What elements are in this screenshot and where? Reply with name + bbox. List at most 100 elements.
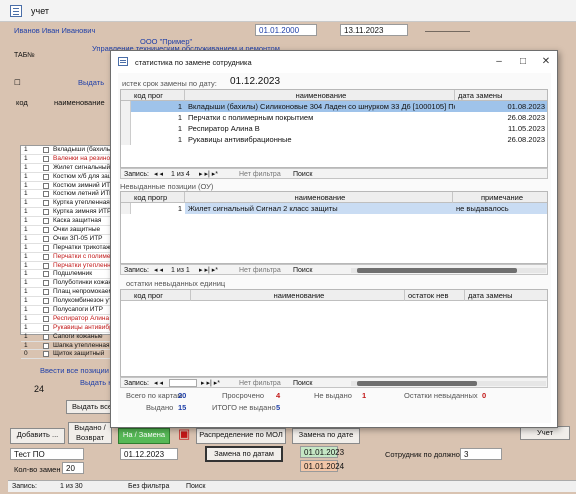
- grid3-hscroll-thumb[interactable]: [357, 381, 477, 386]
- list-item-checkbox[interactable]: [43, 235, 49, 242]
- list-item[interactable]: 1 Костюм летний ИТР: [21, 190, 111, 200]
- main-nav-filter[interactable]: Без фильтра: [128, 483, 169, 490]
- list-item-checkbox[interactable]: [43, 218, 49, 225]
- row-selector[interactable]: [121, 134, 131, 145]
- grid2-hscroll-thumb[interactable]: [357, 268, 517, 273]
- header-code-3[interactable]: код прог: [131, 290, 191, 301]
- list-item[interactable]: 1 Каска защитная: [21, 217, 111, 227]
- grid1-nav-pos[interactable]: 1 из 4: [171, 169, 190, 180]
- grid2-nav-filter[interactable]: Нет фильтра: [239, 265, 281, 276]
- list-item[interactable]: 1 Жилет сигнальный 2 кл...: [21, 164, 111, 173]
- list-item[interactable]: 1 Куртка утепленная ИТР: [21, 199, 111, 209]
- accounting-button[interactable]: Учет: [520, 426, 570, 440]
- list-item-checkbox[interactable]: [43, 164, 49, 171]
- header-name[interactable]: наименование: [185, 90, 455, 101]
- grid3-nav-pos[interactable]: [169, 379, 197, 387]
- date-to-field[interactable]: 13.11.2023: [340, 24, 408, 36]
- header-note-2[interactable]: примечание: [453, 192, 547, 203]
- pdf-icon[interactable]: ▣: [178, 426, 190, 442]
- list-item-checkbox[interactable]: [43, 155, 49, 162]
- list-item[interactable]: 1 Полусапоги ИТР: [21, 306, 111, 315]
- list-item-checkbox[interactable]: [43, 173, 49, 180]
- date-from-field[interactable]: 01.01.2000: [255, 24, 317, 36]
- header-rest-3[interactable]: остаток нев: [405, 290, 465, 301]
- grid2-nav-pos[interactable]: 1 из 1: [171, 265, 190, 276]
- row-selector[interactable]: [121, 203, 131, 214]
- replace-dates-button[interactable]: Замена по датам: [205, 446, 283, 462]
- list-item-checkbox[interactable]: [43, 209, 49, 216]
- grid1-nav-search[interactable]: Поиск: [293, 169, 312, 180]
- list-item-checkbox[interactable]: [43, 271, 49, 278]
- green-button[interactable]: На / Замена: [118, 428, 170, 444]
- main-nav-position[interactable]: 1 из 30: [60, 483, 83, 490]
- list-item-checkbox[interactable]: [43, 262, 49, 269]
- list-item[interactable]: 1 Сапоги кожаные: [21, 333, 111, 342]
- header-name-2[interactable]: наименование: [185, 192, 453, 203]
- list-item[interactable]: 1 Рукавицы антивибрац.: [21, 324, 111, 333]
- list-item[interactable]: 1 Полуботинки кожаные: [21, 279, 111, 289]
- grid3-nav-search[interactable]: Поиск: [293, 378, 312, 389]
- header-name-3[interactable]: наименование: [191, 290, 405, 301]
- table-row[interactable]: 1 Жилет сигнальный Сигнал 2 класс защиты н…: [121, 203, 547, 214]
- list-item[interactable]: 1 Валенки на резиновой...: [21, 155, 111, 164]
- list-item-checkbox[interactable]: [43, 289, 49, 296]
- grid2-nav-prev[interactable]: ◂ ◂: [154, 265, 163, 276]
- list-item-checkbox[interactable]: [43, 333, 49, 340]
- row-selector[interactable]: [121, 101, 131, 112]
- table-row[interactable]: 1 Рукавицы антивибрационные 26.08.2023: [121, 134, 547, 145]
- grid2-nav-search[interactable]: Поиск: [293, 265, 312, 276]
- replace-date-button[interactable]: Замена по дате: [292, 428, 360, 444]
- table-row[interactable]: 1 Респиратор Алина В 11.05.2023: [121, 123, 547, 134]
- cell-code[interactable]: 1: [131, 203, 185, 214]
- row-selector[interactable]: [121, 112, 131, 123]
- list-item[interactable]: 1 Подшлемник: [21, 270, 111, 280]
- list-item-checkbox[interactable]: [43, 342, 49, 349]
- grid2-nav-next[interactable]: ▸ ▸| ▸*: [199, 265, 218, 276]
- list-item-checkbox[interactable]: [43, 298, 49, 305]
- minimize-icon[interactable]: –: [491, 55, 507, 69]
- list-item-checkbox[interactable]: [43, 182, 49, 189]
- grid3-nav-next[interactable]: ▸ ▸| ▸*: [201, 378, 220, 389]
- close-icon[interactable]: ✕: [538, 55, 554, 69]
- table-row[interactable]: 1 Вкладыши (бахилы) Силиконовые 304 Ладен…: [121, 101, 547, 112]
- list-item[interactable]: 1 Перчатки утепленные: [21, 262, 111, 271]
- main-nav-search[interactable]: Поиск: [186, 483, 205, 490]
- combo-bottom[interactable]: Тест ПО: [10, 448, 84, 460]
- header-code[interactable]: код прог: [131, 90, 185, 101]
- header-date[interactable]: дата замены: [455, 90, 547, 101]
- list-item[interactable]: 1 Куртка зимняя ИТР: [21, 208, 111, 218]
- qty-field[interactable]: 20: [62, 462, 84, 474]
- list-item-checkbox[interactable]: [43, 191, 49, 198]
- list-item[interactable]: 1 Плащ непромокаемый: [21, 288, 111, 298]
- list-item[interactable]: 1 Вкладыши (бахилы) ре...: [21, 146, 111, 155]
- grid1-nav-prev[interactable]: ◂ ◂: [154, 169, 163, 180]
- grid2-hscroll[interactable]: [351, 268, 546, 273]
- issued-button[interactable]: Выдано / Возврат: [68, 422, 112, 444]
- header-code-2[interactable]: код прогр: [131, 192, 185, 203]
- list-item[interactable]: 1 Респиратор Алина В: [21, 315, 111, 324]
- distribute-button[interactable]: Распределение по МОЛ: [196, 428, 286, 444]
- list-item-checkbox[interactable]: [43, 244, 49, 251]
- list-item[interactable]: 1 Полукомбинезон утепл.: [21, 297, 111, 307]
- row-selector[interactable]: [121, 123, 131, 134]
- table-row[interactable]: 1 Перчатки с полимерным покрытием 26.08.20…: [121, 112, 547, 123]
- list-item[interactable]: 0 Щиток защитный: [21, 350, 111, 360]
- list-item-checkbox[interactable]: [43, 315, 49, 322]
- filter-checkbox[interactable]: ☐: [14, 78, 21, 87]
- list-item[interactable]: 1 Очки ЗП-05 ИТР: [21, 235, 111, 244]
- list-item[interactable]: 1 Костюм зимний ИТР...: [21, 182, 111, 191]
- maximize-icon[interactable]: □: [515, 55, 531, 69]
- bottom-link-1[interactable]: Ввести все позиции: [40, 366, 109, 375]
- list-item[interactable]: 1 Шапка утепленная: [21, 342, 111, 351]
- list-item[interactable]: 1 Костюм х/б для защиты...: [21, 173, 111, 182]
- list-item-checkbox[interactable]: [43, 253, 49, 260]
- grid1-nav-next[interactable]: ▸ ▸| ▸*: [199, 169, 218, 180]
- list-item[interactable]: 1 Перчатки с полимерным...: [21, 253, 111, 262]
- list-item-checkbox[interactable]: [43, 147, 49, 153]
- grid1-nav-filter[interactable]: Нет фильтра: [239, 169, 281, 180]
- add-button[interactable]: Добавить ...: [10, 428, 65, 444]
- list-item[interactable]: 1 Очки защитные: [21, 226, 111, 235]
- list-item-checkbox[interactable]: [43, 324, 49, 331]
- grid3-nav-prev[interactable]: ◂ ◂: [154, 378, 163, 389]
- right-value[interactable]: 3: [460, 448, 502, 460]
